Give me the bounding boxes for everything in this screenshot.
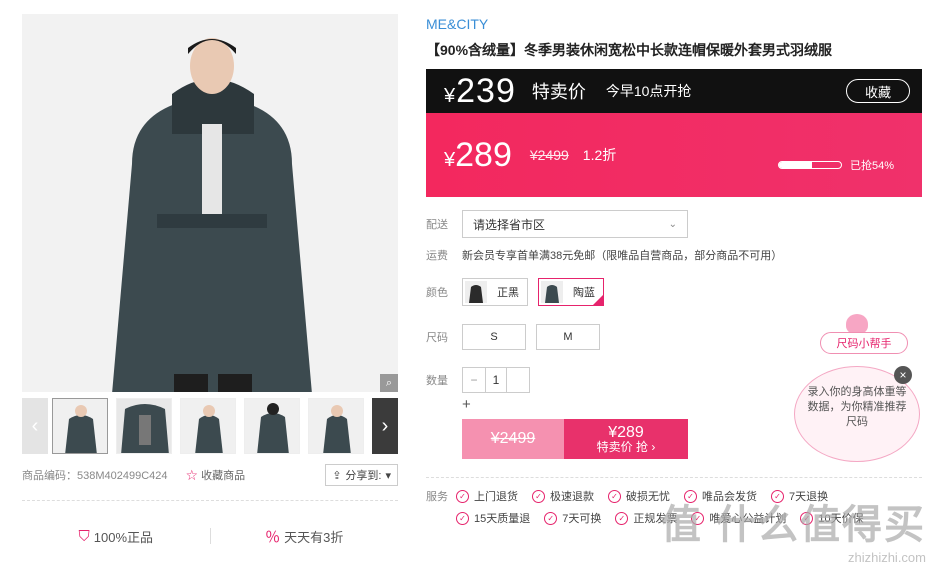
- size-helper-button[interactable]: 尺码小帮手: [820, 332, 908, 354]
- buy-now-button[interactable]: ¥289 特卖价 抢 ›: [564, 419, 688, 459]
- product-gallery: ⌕ ‹ › 商品编码：538M402499C424 ☆ 收藏商品 ⇪ 分享到: …: [22, 14, 398, 551]
- services-label: 服务: [426, 491, 448, 503]
- divider: [22, 500, 398, 501]
- service-label: 上门退货: [474, 491, 518, 503]
- swatch-label: 正黑: [497, 287, 519, 299]
- promise-authentic: ⛉ 100%正品: [22, 527, 210, 546]
- product-meta-row: 商品编码：538M402499C424 ☆ 收藏商品 ⇪ 分享到: ▾: [22, 464, 398, 486]
- watermark-logo: 值 什么值得买: [660, 503, 926, 547]
- thumbnail[interactable]: [244, 398, 300, 454]
- shipping-label: 配送: [426, 219, 448, 231]
- quantity-label: 数量: [426, 375, 448, 387]
- buy-label: 特卖价 抢 ›: [596, 440, 656, 455]
- check-icon: ✓: [608, 489, 621, 503]
- service-item: ✓ 15天质量退: [456, 510, 530, 526]
- product-code: 商品编码：538M402499C424: [22, 470, 168, 482]
- promise-discount: ％ 天天有3折: [211, 526, 399, 547]
- buy-original-price: ¥2499: [462, 419, 564, 459]
- thumbnail[interactable]: [180, 398, 236, 454]
- share-label: 分享到:: [345, 470, 382, 482]
- thumbnail-strip: ‹ ›: [22, 398, 398, 454]
- quantity-stepper: − 1: [462, 367, 530, 393]
- swatch-image: [541, 281, 563, 303]
- promise-bar: ⛉ 100%正品 ％ 天天有3折: [22, 521, 398, 551]
- check-icon: ✓: [532, 489, 545, 503]
- progress-label: 已抢54%: [849, 160, 894, 172]
- watermark: 值 什么值得买 zhizhizhi.com: [661, 492, 926, 565]
- discount-label: 1.2折: [582, 147, 617, 163]
- buy-price: ¥289: [608, 423, 644, 441]
- zoom-icon[interactable]: ⌕: [380, 374, 398, 392]
- sale-price: ¥289: [444, 135, 512, 174]
- thumbnail[interactable]: [308, 398, 364, 454]
- region-placeholder: 请选择省市区: [473, 217, 546, 232]
- percent-icon: ％: [265, 528, 281, 546]
- swatch-image: [465, 281, 487, 303]
- product-title: 【90%含绒量】冬季男装休闲宽松中长款连帽保暖外套男式羽绒服: [426, 42, 833, 58]
- fee-row: 运费 新会员专享首单满38元免邮（限唯品自营商品，部分商品不可用）: [426, 247, 922, 263]
- fee-text: 新会员专享首单满38元免邮（限唯品自营商品，部分商品不可用）: [462, 250, 783, 262]
- service-label: 7天可换: [562, 513, 602, 525]
- main-product-image[interactable]: ⌕: [22, 14, 398, 392]
- check-icon: ✓: [544, 511, 558, 525]
- service-label: 极速退款: [550, 491, 594, 503]
- chevron-down-icon: ⌄: [668, 218, 677, 230]
- check-icon: ✓: [615, 511, 629, 525]
- product-photo-illustration: [22, 14, 398, 392]
- color-label: 颜色: [426, 287, 448, 299]
- service-item: ✓ 极速退款: [532, 488, 594, 504]
- flash-price-bar: ¥239 特卖价 今早10点开抢 收藏: [426, 69, 922, 113]
- mascot-icon: [846, 314, 868, 334]
- quantity-spacer: [507, 368, 529, 392]
- color-row: 颜色 正黑 陶蓝: [426, 277, 922, 307]
- collect-button[interactable]: 收藏: [846, 79, 910, 103]
- shield-icon: ⛉: [78, 527, 90, 545]
- promise-label: 100%正品: [93, 529, 153, 545]
- progress-fill: [778, 162, 813, 168]
- color-option-black[interactable]: 正黑: [462, 278, 528, 306]
- favorite-label: 收藏商品: [201, 470, 246, 482]
- service-label: 15天质量退: [474, 513, 531, 525]
- thumbnail[interactable]: [116, 398, 172, 454]
- selected-check-icon: [592, 294, 604, 306]
- check-icon: ✓: [456, 489, 469, 503]
- sale-price-bar: ¥289 ¥2499 1.2折 已抢54%: [426, 113, 922, 197]
- thumb-prev-icon[interactable]: ‹: [22, 398, 48, 454]
- color-option-blue[interactable]: 陶蓝: [538, 278, 604, 306]
- flash-price: ¥239: [444, 71, 516, 110]
- size-label: 尺码: [426, 332, 448, 344]
- flash-label: 特卖价: [531, 82, 586, 102]
- region-select[interactable]: 请选择省市区 ⌄: [462, 210, 688, 238]
- thumb-next-icon[interactable]: ›: [372, 398, 398, 454]
- thumbnail[interactable]: [52, 398, 108, 454]
- favorite-button[interactable]: ☆ 收藏商品: [186, 467, 246, 484]
- share-button[interactable]: ⇪ 分享到: ▾: [325, 464, 398, 486]
- check-icon: ✓: [456, 511, 469, 525]
- original-price: ¥2499: [529, 147, 569, 163]
- buy-button-group: ¥2499 ¥289 特卖价 抢 ›: [462, 419, 688, 459]
- heart-icon: ☆: [185, 466, 199, 483]
- watermark-url: zhizhizhi.com: [847, 550, 926, 565]
- shipping-row: 配送 请选择省市区 ⌄: [426, 209, 922, 239]
- brand-link[interactable]: ME&CITY: [426, 14, 922, 34]
- fee-label: 运费: [426, 250, 448, 262]
- chevron-down-icon: ▾: [385, 469, 391, 482]
- sold-progress: 已抢54%: [777, 157, 894, 173]
- size-option-s[interactable]: S: [462, 324, 526, 350]
- size-option-m[interactable]: M: [536, 324, 600, 350]
- service-item: ✓ 7天可换: [544, 510, 601, 526]
- flash-time: 今早10点开抢: [605, 83, 692, 99]
- divider: [426, 477, 922, 478]
- service-item: ✓ 上门退货: [456, 488, 518, 504]
- quantity-input[interactable]: 1: [485, 368, 507, 392]
- promise-label: 天天有3折: [284, 529, 344, 545]
- close-icon[interactable]: ×: [894, 366, 912, 384]
- minus-button[interactable]: −: [463, 368, 485, 392]
- size-helper-widget: 尺码小帮手 录入你的身高体重等数据，为你精准推荐尺码 ×: [794, 314, 920, 464]
- progress-bar: [777, 161, 842, 169]
- share-icon: ⇪: [332, 469, 342, 482]
